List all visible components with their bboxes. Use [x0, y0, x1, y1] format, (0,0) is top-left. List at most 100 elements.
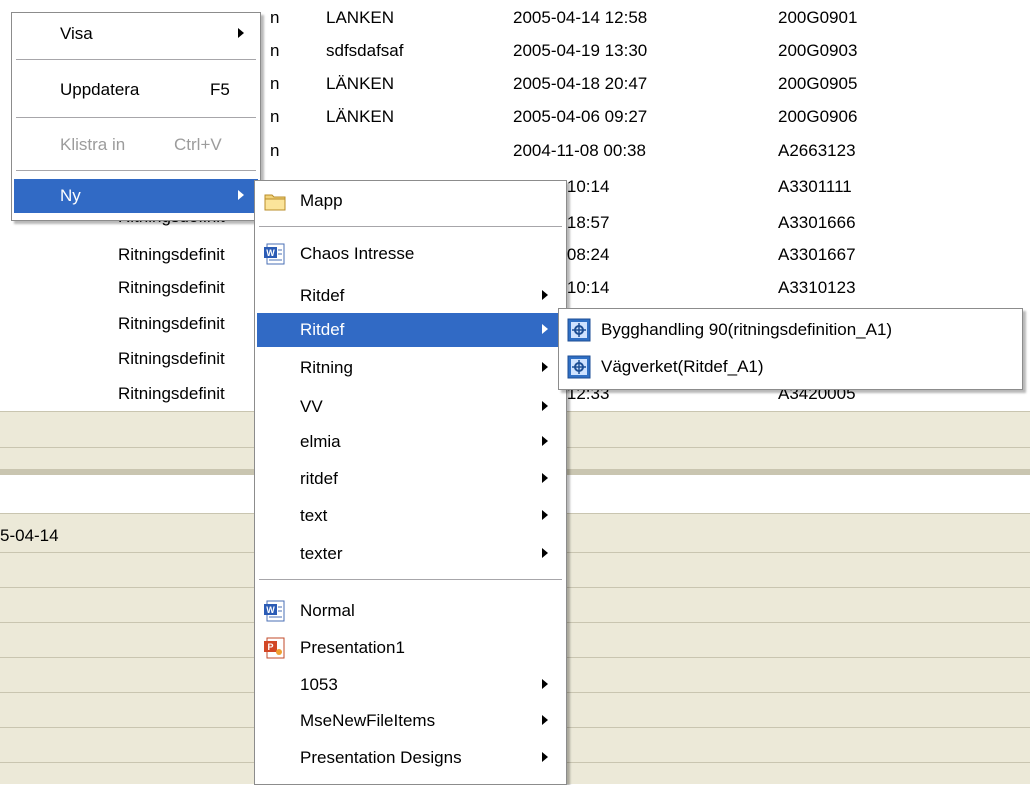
submenu-item-chaos-intresse[interactable]: W Chaos Intresse: [257, 237, 564, 271]
menu-item-label: text: [300, 506, 328, 525]
submenu-item-presentation1[interactable]: P Presentation1: [257, 631, 564, 665]
ny-submenu: Mapp W Chaos Intresse Ritdef Ritdef Ritn…: [254, 180, 567, 785]
file-number: A2663123: [778, 141, 856, 160]
menu-item-label: VV: [300, 397, 323, 416]
file-name: Ritningsdefinit: [118, 314, 225, 333]
submenu-item-vv[interactable]: VV: [257, 390, 564, 424]
submenu-arrow-icon: [238, 190, 244, 200]
submenu-item-msenewfileitems[interactable]: MseNewFileItems: [257, 704, 564, 738]
menu-item-shortcut: F5: [210, 80, 230, 99]
menu-item-label: Ritdef: [300, 320, 345, 339]
menu-item-label: Ritning: [300, 358, 353, 377]
menu-item-label: texter: [300, 544, 343, 563]
file-number: A3301666: [778, 213, 856, 232]
menu-item-label: Presentation1: [300, 638, 405, 657]
file-number: A3301667: [778, 245, 856, 264]
file-number: A3310123: [778, 278, 856, 297]
file-title: LÄNKEN: [326, 107, 395, 126]
file-title: LANKEN: [326, 8, 395, 27]
menu-item-label: Mapp: [300, 191, 343, 210]
file-name: Ritningsdefinit: [118, 278, 225, 297]
ritdef-submenu: Bygghandling 90(ritningsdefinition_A1) V…: [558, 308, 1023, 390]
menu-item-label: Chaos Intresse: [300, 244, 415, 263]
submenu-arrow-icon: [542, 473, 548, 483]
drawing-definition-icon: [567, 355, 591, 379]
submenu-item-ritdef-selected[interactable]: Ritdef: [257, 313, 564, 347]
file-date: 2005-04-14 12:58: [513, 8, 648, 27]
submenu-item-ritdef[interactable]: Ritdef: [257, 279, 564, 313]
file-date: 2005-04-18 20:47: [513, 74, 648, 93]
menu-item-label: Visa: [60, 24, 93, 43]
menu-separator: [16, 117, 256, 118]
file-number: 200G0901: [778, 8, 858, 27]
word-document-icon: W: [264, 243, 285, 265]
submenu-item-text[interactable]: text: [257, 499, 564, 533]
menu-separator: [16, 170, 256, 171]
submenu-item-normal[interactable]: W Normal: [257, 594, 564, 628]
submenu-arrow-icon: [542, 436, 548, 446]
file-date: 2004-11-08 00:38: [513, 141, 646, 160]
submenu-item-elmia[interactable]: elmia: [257, 425, 564, 459]
menu-separator: [259, 226, 562, 227]
submenu-arrow-icon: [542, 548, 548, 558]
menu-item-label: Uppdatera: [60, 80, 140, 99]
menu-item-shortcut: Ctrl+V: [174, 135, 222, 154]
menu-item-label: Ny: [60, 186, 81, 205]
file-date: 2005-04-19 13:30: [513, 41, 648, 60]
powerpoint-document-icon: P: [264, 637, 285, 659]
menu-item-label: ritdef: [300, 469, 338, 488]
submenu-arrow-icon: [542, 362, 548, 372]
submenu-item-mapp[interactable]: Mapp: [257, 184, 564, 218]
submenu-arrow-icon: [542, 679, 548, 689]
menu-item-label: Vägverket(Ritdef_A1): [601, 357, 764, 376]
menu-item-uppdatera[interactable]: Uppdatera F5: [14, 73, 258, 107]
menu-item-label: MseNewFileItems: [300, 711, 436, 730]
menu-item-ny[interactable]: Ny: [14, 179, 258, 213]
submenu-arrow-icon: [542, 752, 548, 762]
menu-item-label: Klistra in: [60, 135, 126, 154]
menu-item-visa[interactable]: Visa: [14, 17, 258, 51]
file-title: LÄNKEN: [326, 74, 395, 93]
file-date: 2005-04-06 09:27: [513, 107, 648, 126]
submenu-arrow-icon: [542, 715, 548, 725]
file-title: sdfsdafsaf: [326, 41, 404, 60]
menu-separator: [16, 59, 256, 60]
file-name: Ritningsdefinit: [118, 245, 225, 264]
submenu-arrow-icon: [238, 28, 244, 38]
submenu-item-presentation-designs[interactable]: Presentation Designs: [257, 741, 564, 775]
submenu-item-vagverket[interactable]: Vägverket(Ritdef_A1): [561, 350, 1020, 384]
submenu-arrow-icon: [542, 401, 548, 411]
menu-item-label: Bygghandling 90(ritningsdefinition_A1): [601, 320, 893, 339]
submenu-item-ritning[interactable]: Ritning: [257, 351, 564, 385]
menu-item-label: elmia: [300, 432, 341, 451]
file-owner: n: [270, 41, 280, 60]
file-owner: n: [270, 141, 280, 160]
menu-item-label: 1053: [300, 675, 338, 694]
menu-item-klistra-in[interactable]: Klistra in Ctrl+V: [14, 128, 258, 162]
file-name: Ritningsdefinit: [118, 384, 225, 403]
file-owner: n: [270, 8, 280, 27]
submenu-arrow-icon: [542, 324, 548, 334]
file-owner: n: [270, 107, 280, 126]
file-name: Ritningsdefinit: [118, 349, 225, 368]
file-number: A3301111: [778, 177, 852, 196]
file-number: 200G0905: [778, 74, 858, 93]
file-number: 200G0906: [778, 107, 858, 126]
word-document-icon: W: [264, 600, 285, 622]
submenu-item-ritdef-lower[interactable]: ritdef: [257, 462, 564, 496]
file-owner: n: [270, 74, 280, 93]
svg-text:P: P: [267, 642, 273, 652]
menu-item-label: Ritdef: [300, 286, 345, 305]
property-date: 5-04-14: [0, 526, 59, 545]
submenu-arrow-icon: [542, 290, 548, 300]
menu-item-label: Normal: [300, 601, 355, 620]
submenu-item-1053[interactable]: 1053: [257, 668, 564, 702]
submenu-item-texter[interactable]: texter: [257, 537, 564, 571]
context-menu: Visa Uppdatera F5 Klistra in Ctrl+V Ny: [11, 12, 261, 221]
svg-text:W: W: [266, 605, 275, 615]
submenu-item-bygghandling-90[interactable]: Bygghandling 90(ritningsdefinition_A1): [561, 313, 1020, 347]
submenu-arrow-icon: [542, 510, 548, 520]
file-number: 200G0903: [778, 41, 858, 60]
folder-icon: [264, 194, 286, 211]
svg-text:W: W: [266, 248, 275, 258]
